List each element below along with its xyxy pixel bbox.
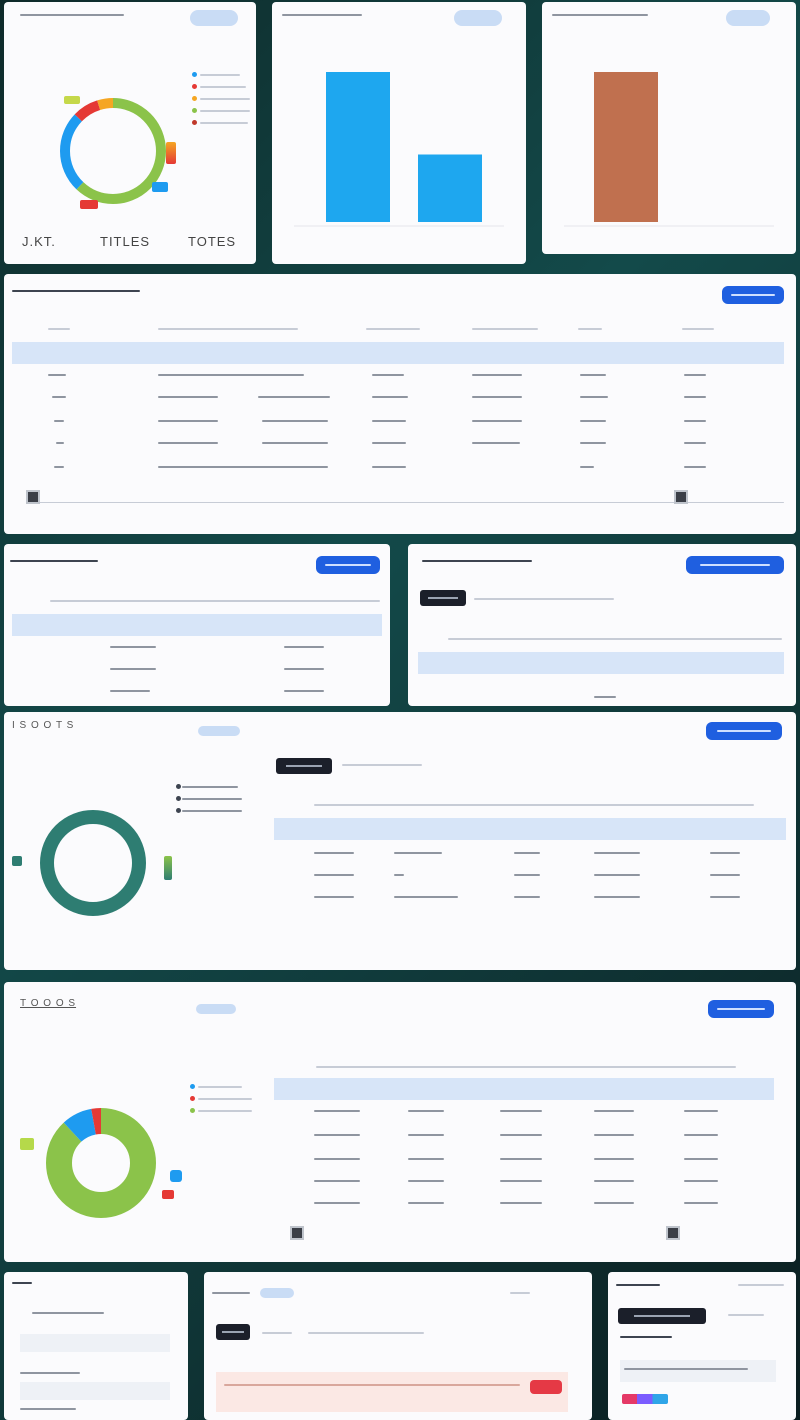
filter-label (474, 598, 614, 600)
filter-button[interactable] (216, 1324, 250, 1340)
detail-meta (510, 1292, 530, 1294)
donut-table-panel-1: I S O O T S (4, 712, 796, 970)
donut-chart (40, 810, 146, 916)
list-item[interactable] (20, 1382, 170, 1400)
panel-action-pill[interactable] (198, 726, 240, 736)
profile-action-button[interactable] (618, 1308, 706, 1324)
bar-0[interactable] (326, 72, 390, 222)
sidebar-list-panel (4, 1272, 188, 1420)
table-header (50, 600, 380, 602)
panel-action-pill[interactable] (196, 1004, 236, 1014)
footer-label-1: J.KT. (22, 234, 56, 249)
legend-chip-red (80, 200, 98, 209)
primary-action-button[interactable] (722, 286, 784, 304)
panel-title: T O O O S (20, 998, 77, 1009)
panel-title (552, 14, 648, 16)
panel-action-pill[interactable] (190, 10, 238, 26)
tab-pill[interactable] (260, 1288, 294, 1298)
table-header (448, 638, 782, 640)
legend-chip-teal (12, 856, 22, 866)
list-item[interactable] (20, 1408, 76, 1410)
list-item[interactable] (32, 1312, 104, 1314)
panel-title (616, 1284, 660, 1286)
table-footer-divider (28, 502, 784, 503)
panel-title (12, 1282, 32, 1284)
primary-action-button[interactable] (708, 1000, 774, 1018)
pagination-next-button[interactable] (674, 490, 688, 504)
small-table-panel-left (4, 544, 390, 706)
profile-panel (608, 1272, 796, 1420)
panel-title (282, 14, 362, 16)
panel-subtitle (738, 1284, 784, 1286)
main-table-panel (4, 274, 796, 534)
bar-chart (294, 72, 504, 227)
legend-chip-red (162, 1190, 174, 1199)
panel-title (20, 14, 124, 16)
donut-summary-panel: J.KT. TITLES TOTES (4, 2, 256, 264)
donut-chart (46, 1108, 156, 1218)
profile-field[interactable] (620, 1360, 776, 1382)
pagination-prev-button[interactable] (290, 1226, 304, 1240)
donut-segment-0 (46, 1108, 156, 1218)
panel-title (422, 560, 532, 562)
panel-title (12, 290, 140, 292)
panel-title (212, 1292, 250, 1294)
filter-label (262, 1332, 292, 1334)
profile-divider (620, 1336, 672, 1338)
primary-action-button[interactable] (316, 556, 380, 574)
color-swatches (622, 1394, 668, 1404)
filter-button[interactable] (276, 758, 332, 774)
table-row-selected[interactable] (274, 818, 786, 840)
legend-chip-green (20, 1138, 34, 1150)
footer-label-2: TITLES (100, 234, 151, 249)
legend-chip-green (164, 856, 172, 880)
table-header (316, 1066, 736, 1068)
legend-chip-orange (166, 142, 176, 164)
table-row-selected[interactable] (12, 614, 382, 636)
panel-title: I S O O T S (12, 720, 75, 731)
table-footer-line (594, 696, 616, 698)
table-row-selected[interactable] (12, 342, 784, 364)
alert-badge[interactable] (530, 1380, 562, 1394)
donut-table-panel-2: T O O O S (4, 982, 796, 1262)
primary-action-button[interactable] (686, 556, 784, 574)
bar-chart-panel-2 (542, 2, 796, 254)
footer-label-3: TOTES (188, 234, 237, 249)
filter-button[interactable] (420, 590, 466, 606)
bar-chart-panel-1 (272, 2, 526, 264)
profile-label (728, 1314, 764, 1316)
table-row-selected[interactable] (418, 652, 784, 674)
table-header (314, 804, 754, 806)
filter-label (308, 1332, 424, 1334)
legend-chip-blue (170, 1170, 182, 1182)
pagination-prev-button[interactable] (26, 490, 40, 504)
donut-segment-0 (40, 810, 146, 916)
filter-label (342, 764, 422, 766)
panel-action-pill[interactable] (454, 10, 502, 26)
bar-0[interactable] (594, 72, 658, 222)
list-item[interactable] (20, 1334, 170, 1352)
bar-chart (564, 72, 774, 227)
panel-action-pill[interactable] (726, 10, 770, 26)
table-row-selected[interactable] (274, 1078, 774, 1100)
small-table-panel-right (408, 544, 796, 706)
panel-title (10, 560, 98, 562)
legend-chip-green (64, 96, 80, 104)
primary-action-button[interactable] (706, 722, 782, 740)
detail-panel (204, 1272, 592, 1420)
bar-1[interactable] (418, 154, 482, 223)
legend-chip-blue (152, 182, 168, 192)
pagination-next-button[interactable] (666, 1226, 680, 1240)
list-item[interactable] (20, 1372, 80, 1374)
alert-row[interactable] (216, 1372, 568, 1412)
